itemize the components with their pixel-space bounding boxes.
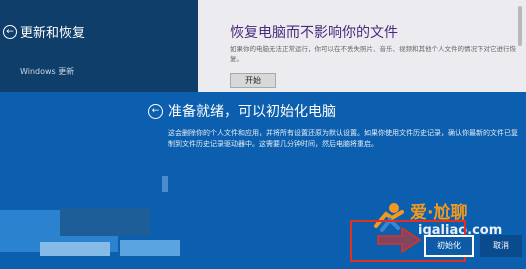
mosaic-area bbox=[60, 208, 150, 236]
start-button[interactable]: 开始 bbox=[230, 73, 276, 88]
recovery-description: 如果你的电脑无法正常运行，你可以在不丢失照片、音乐、视频和其他个人文件的情况下对… bbox=[230, 45, 516, 63]
settings-sidebar: ← 更新和恢复 Windows 更新 bbox=[0, 0, 198, 92]
cursor-mark bbox=[162, 176, 168, 192]
mosaic-area bbox=[120, 240, 180, 256]
back-arrow-icon[interactable]: ← bbox=[3, 25, 17, 39]
mosaic-area bbox=[40, 242, 110, 256]
back-arrow-icon[interactable]: ← bbox=[148, 104, 163, 119]
cancel-button[interactable]: 取消 bbox=[480, 235, 522, 257]
scrollbar[interactable] bbox=[518, 6, 522, 46]
recovery-title: 恢复电脑而不影响你的文件 bbox=[230, 25, 398, 41]
reset-button[interactable]: 初始化 bbox=[424, 235, 474, 257]
reset-dialog: ← 准备就绪，可以初始化电脑 这会删除你的个人文件和应用，并将所有设置还原为默认… bbox=[0, 92, 526, 269]
sidebar-title: 更新和恢复 bbox=[20, 26, 86, 41]
dialog-title: 准备就绪，可以初始化电脑 bbox=[168, 104, 336, 120]
pointer-arrow-icon bbox=[377, 226, 422, 254]
recovery-panel: 恢复电脑而不影响你的文件 如果你的电脑无法正常运行，你可以在不丢失照片、音乐、视… bbox=[198, 0, 526, 92]
sidebar-item-windows-update[interactable]: Windows 更新 bbox=[20, 66, 74, 77]
dialog-description: 这会删除你的个人文件和应用，并将所有设置还原为默认设置。如果你使用文件历史记录，… bbox=[168, 129, 518, 148]
